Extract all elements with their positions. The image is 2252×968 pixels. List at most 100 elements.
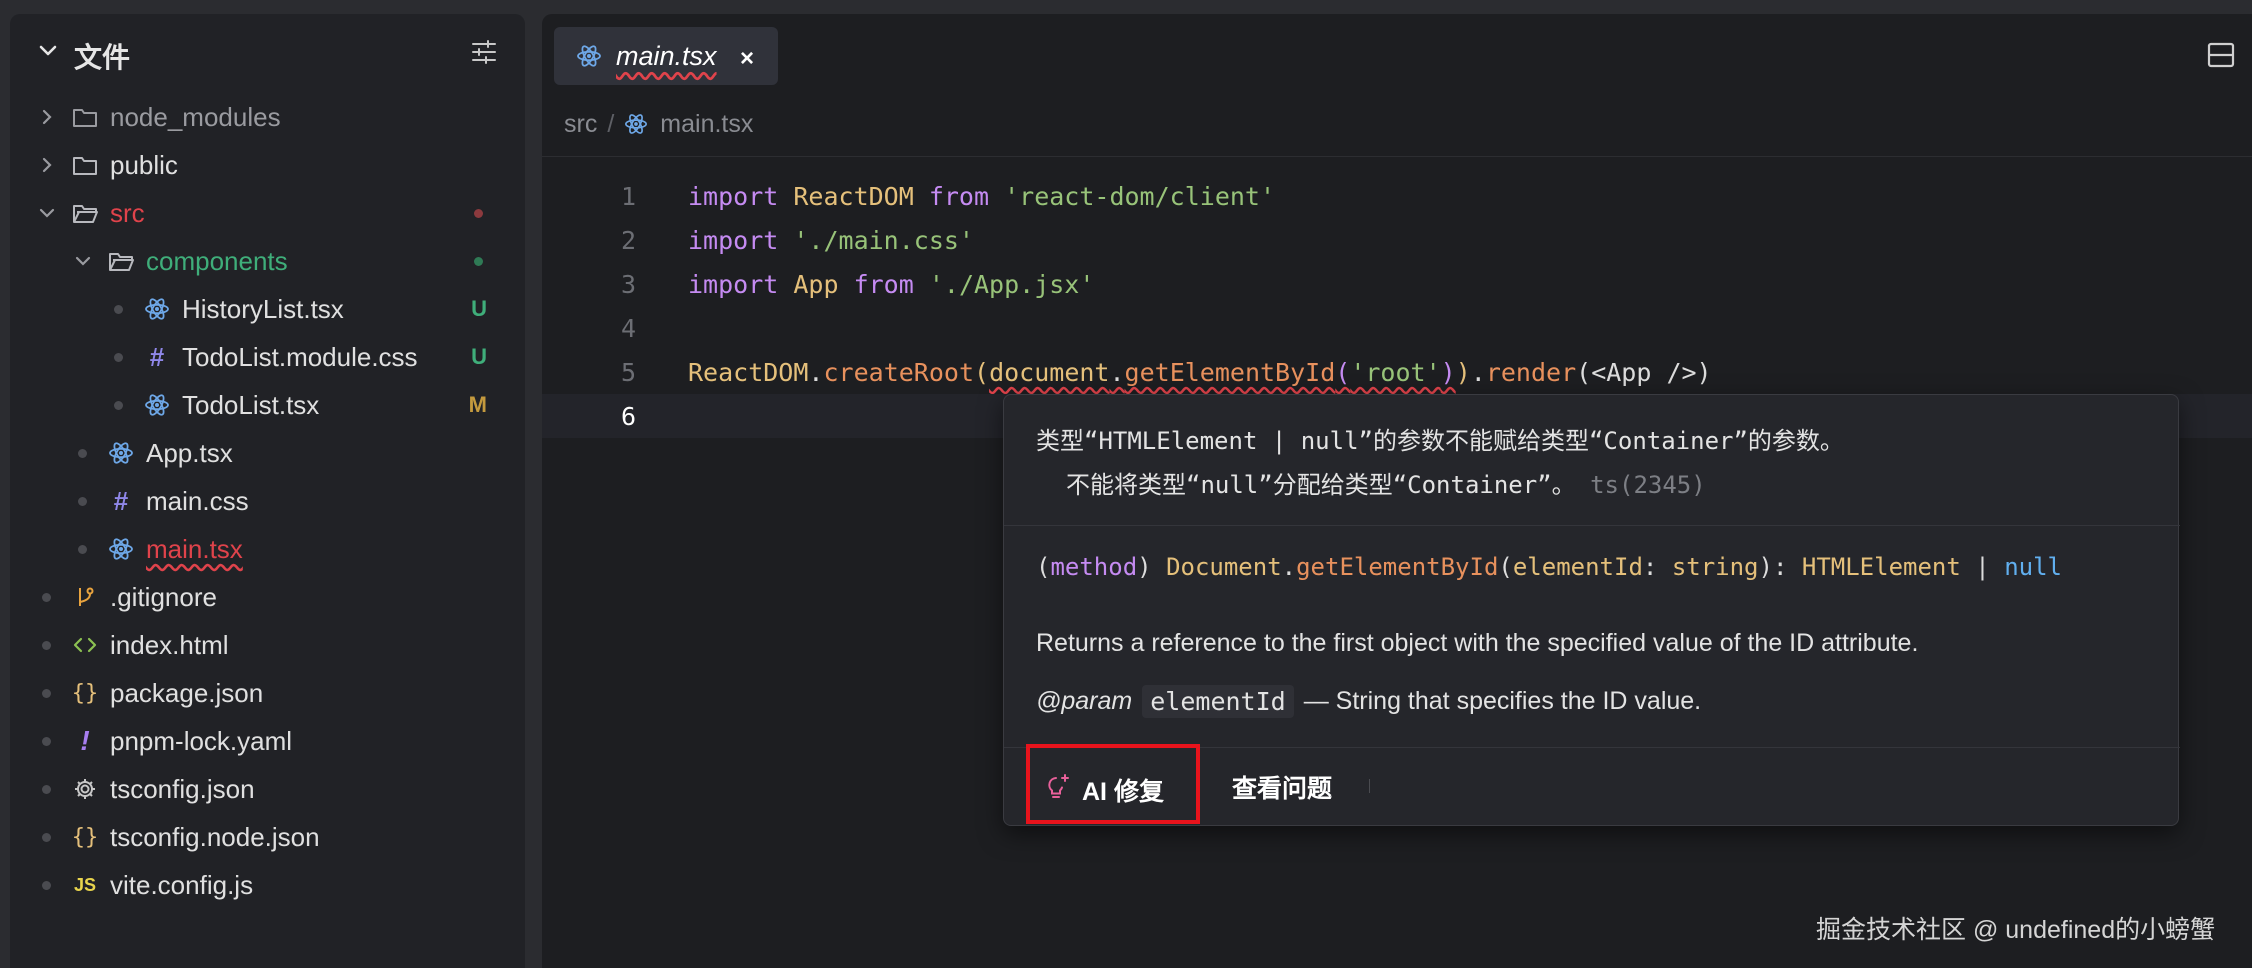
tree-item-package-json[interactable]: {} package.json [10, 669, 525, 717]
git-status-badge: U [471, 344, 487, 369]
chevron-down-icon[interactable] [74, 252, 92, 270]
tree-item-pnpm-lock[interactable]: ! pnpm-lock.yaml [10, 717, 525, 765]
tree-item-vite-config[interactable]: JS vite.config.js [10, 861, 525, 909]
tree-item-src[interactable]: src [10, 189, 525, 237]
ai-fix-label: AI 修复 [1082, 778, 1164, 806]
css-hash-icon: # [149, 341, 165, 372]
code-text: import ReactDOM from 'react-dom/client' [688, 181, 1276, 211]
file-explorer: 文件 node_modules public src components Hi… [10, 14, 525, 968]
line-number: 1 [620, 181, 636, 211]
divider [542, 156, 2252, 157]
tree-item-label: TodoList.module.css [182, 341, 418, 372]
tree-item-historylist[interactable]: HistoryList.tsx U [10, 285, 525, 333]
line-number: 2 [620, 225, 636, 255]
folder-icon [73, 109, 97, 127]
tree-item-tsconfig-node[interactable]: {} tsconfig.node.json [10, 813, 525, 861]
line-number: 3 [620, 269, 636, 299]
git-branch-icon [79, 587, 94, 606]
css-hash-icon: # [113, 485, 129, 516]
tree-item-label: pnpm-lock.yaml [110, 725, 293, 756]
indent-guide-dot [42, 592, 51, 602]
tree-item-todolist-tsx[interactable]: TodoList.tsx M [10, 381, 525, 429]
tree-item-main-css[interactable]: # main.css [10, 477, 525, 525]
error-detail: 不能将类型“null”分配给类型“Container”。 ts(2345) [1066, 471, 1706, 499]
view-problem-button[interactable]: 查看问题 [1232, 769, 1332, 805]
tree-item-label: TodoList.tsx [182, 389, 320, 420]
filter-settings-icon[interactable] [470, 38, 498, 66]
tree-item-label: src [110, 197, 145, 228]
untracked-dot [474, 256, 483, 266]
split-editor-icon[interactable] [2206, 40, 2236, 70]
line-number: 5 [620, 357, 636, 387]
tree-item-public[interactable]: public [10, 141, 525, 189]
chevron-down-icon[interactable] [38, 40, 58, 60]
chevron-right-icon[interactable] [38, 156, 56, 174]
react-icon [145, 298, 169, 320]
divider [1369, 779, 1370, 793]
indent-guide-dot [42, 832, 51, 842]
line-number: 6 [620, 401, 636, 431]
code-line[interactable]: 5 ReactDOM.createRoot(document.getElemen… [542, 350, 2252, 394]
code-text: ReactDOM.createRoot(document.getElementB… [688, 357, 1712, 387]
modified-dot [474, 208, 483, 218]
folder-open-icon [109, 253, 134, 271]
tree-item-todolist-css[interactable]: # TodoList.module.css U [10, 333, 525, 381]
breadcrumb-src[interactable]: src [564, 110, 597, 139]
breadcrumb: src / main.tsx [564, 104, 753, 144]
indent-guide-dot [42, 880, 51, 890]
chevron-down-icon[interactable] [38, 204, 56, 222]
code-line[interactable]: 2 import './main.css' [542, 218, 2252, 262]
indent-guide-dot [78, 544, 87, 554]
tree-item-components[interactable]: components [10, 237, 525, 285]
method-signature: (method) Document.getElementById(element… [1036, 553, 2062, 581]
tree-item-label: node_modules [110, 101, 281, 132]
tree-item-app-tsx[interactable]: App.tsx [10, 429, 525, 477]
tree-item-label: App.tsx [146, 437, 233, 468]
react-icon [625, 114, 648, 134]
indent-guide-dot [42, 736, 51, 746]
indent-guide-dot [42, 688, 51, 698]
line-number: 4 [620, 313, 636, 343]
json-braces-icon: {} [71, 824, 99, 850]
tab-main-tsx[interactable]: main.tsx × [554, 27, 778, 85]
tree-item-label: public [110, 149, 178, 180]
error-message: 类型“HTMLElement | null”的参数不能赋给类型“Containe… [1036, 427, 1844, 455]
tree-item-tsconfig[interactable]: tsconfig.json [10, 765, 525, 813]
tree-item-node-modules[interactable]: node_modules [10, 93, 525, 141]
indent-guide-dot [114, 352, 123, 362]
explorer-header[interactable]: 文件 [10, 14, 525, 96]
react-icon [577, 45, 601, 67]
param-doc: @param elementId — String that specifies… [1036, 685, 1702, 718]
close-icon[interactable]: × [740, 45, 754, 73]
ai-fix-button[interactable]: AI 修复 [1026, 744, 1200, 824]
json-braces-icon: {} [71, 680, 99, 706]
breadcrumb-file[interactable]: main.tsx [660, 110, 753, 139]
chevron-right-icon[interactable] [38, 108, 56, 126]
app-window: 文件 node_modules public src components Hi… [0, 0, 2252, 968]
javascript-icon: JS [73, 874, 97, 895]
tree-item-main-tsx[interactable]: main.tsx [10, 525, 525, 573]
tree-item-index-html[interactable]: index.html [10, 621, 525, 669]
tab-label: main.tsx [616, 41, 717, 71]
method-description: Returns a reference to the first object … [1036, 629, 1919, 657]
error-code: ts(2345) [1575, 471, 1706, 499]
hover-tooltip: 类型“HTMLElement | null”的参数不能赋给类型“Containe… [1003, 394, 2180, 826]
react-icon [145, 394, 169, 416]
yaml-exclamation-icon: ! [80, 725, 90, 756]
tree-item-label: vite.config.js [110, 869, 254, 900]
lightbulb-sparkle-icon [1048, 774, 1069, 798]
tree-item-gitignore[interactable]: .gitignore [10, 573, 525, 621]
tree-item-label: .gitignore [110, 581, 217, 612]
code-line[interactable]: 1 import ReactDOM from 'react-dom/client… [542, 174, 2252, 218]
tree-item-label: tsconfig.json [110, 773, 255, 804]
tree-item-label: index.html [110, 629, 229, 660]
folder-icon [73, 157, 97, 175]
code-line[interactable]: 4 [542, 306, 2252, 350]
code-text: import './main.css' [688, 225, 974, 255]
indent-guide-dot [78, 448, 87, 458]
tree-item-label: main.css [146, 485, 249, 516]
code-text: import App from './App.jsx' [688, 269, 1095, 299]
breadcrumb-separator: / [607, 109, 615, 138]
code-line[interactable]: 3 import App from './App.jsx' [542, 262, 2252, 306]
git-status-badge: U [471, 296, 487, 321]
